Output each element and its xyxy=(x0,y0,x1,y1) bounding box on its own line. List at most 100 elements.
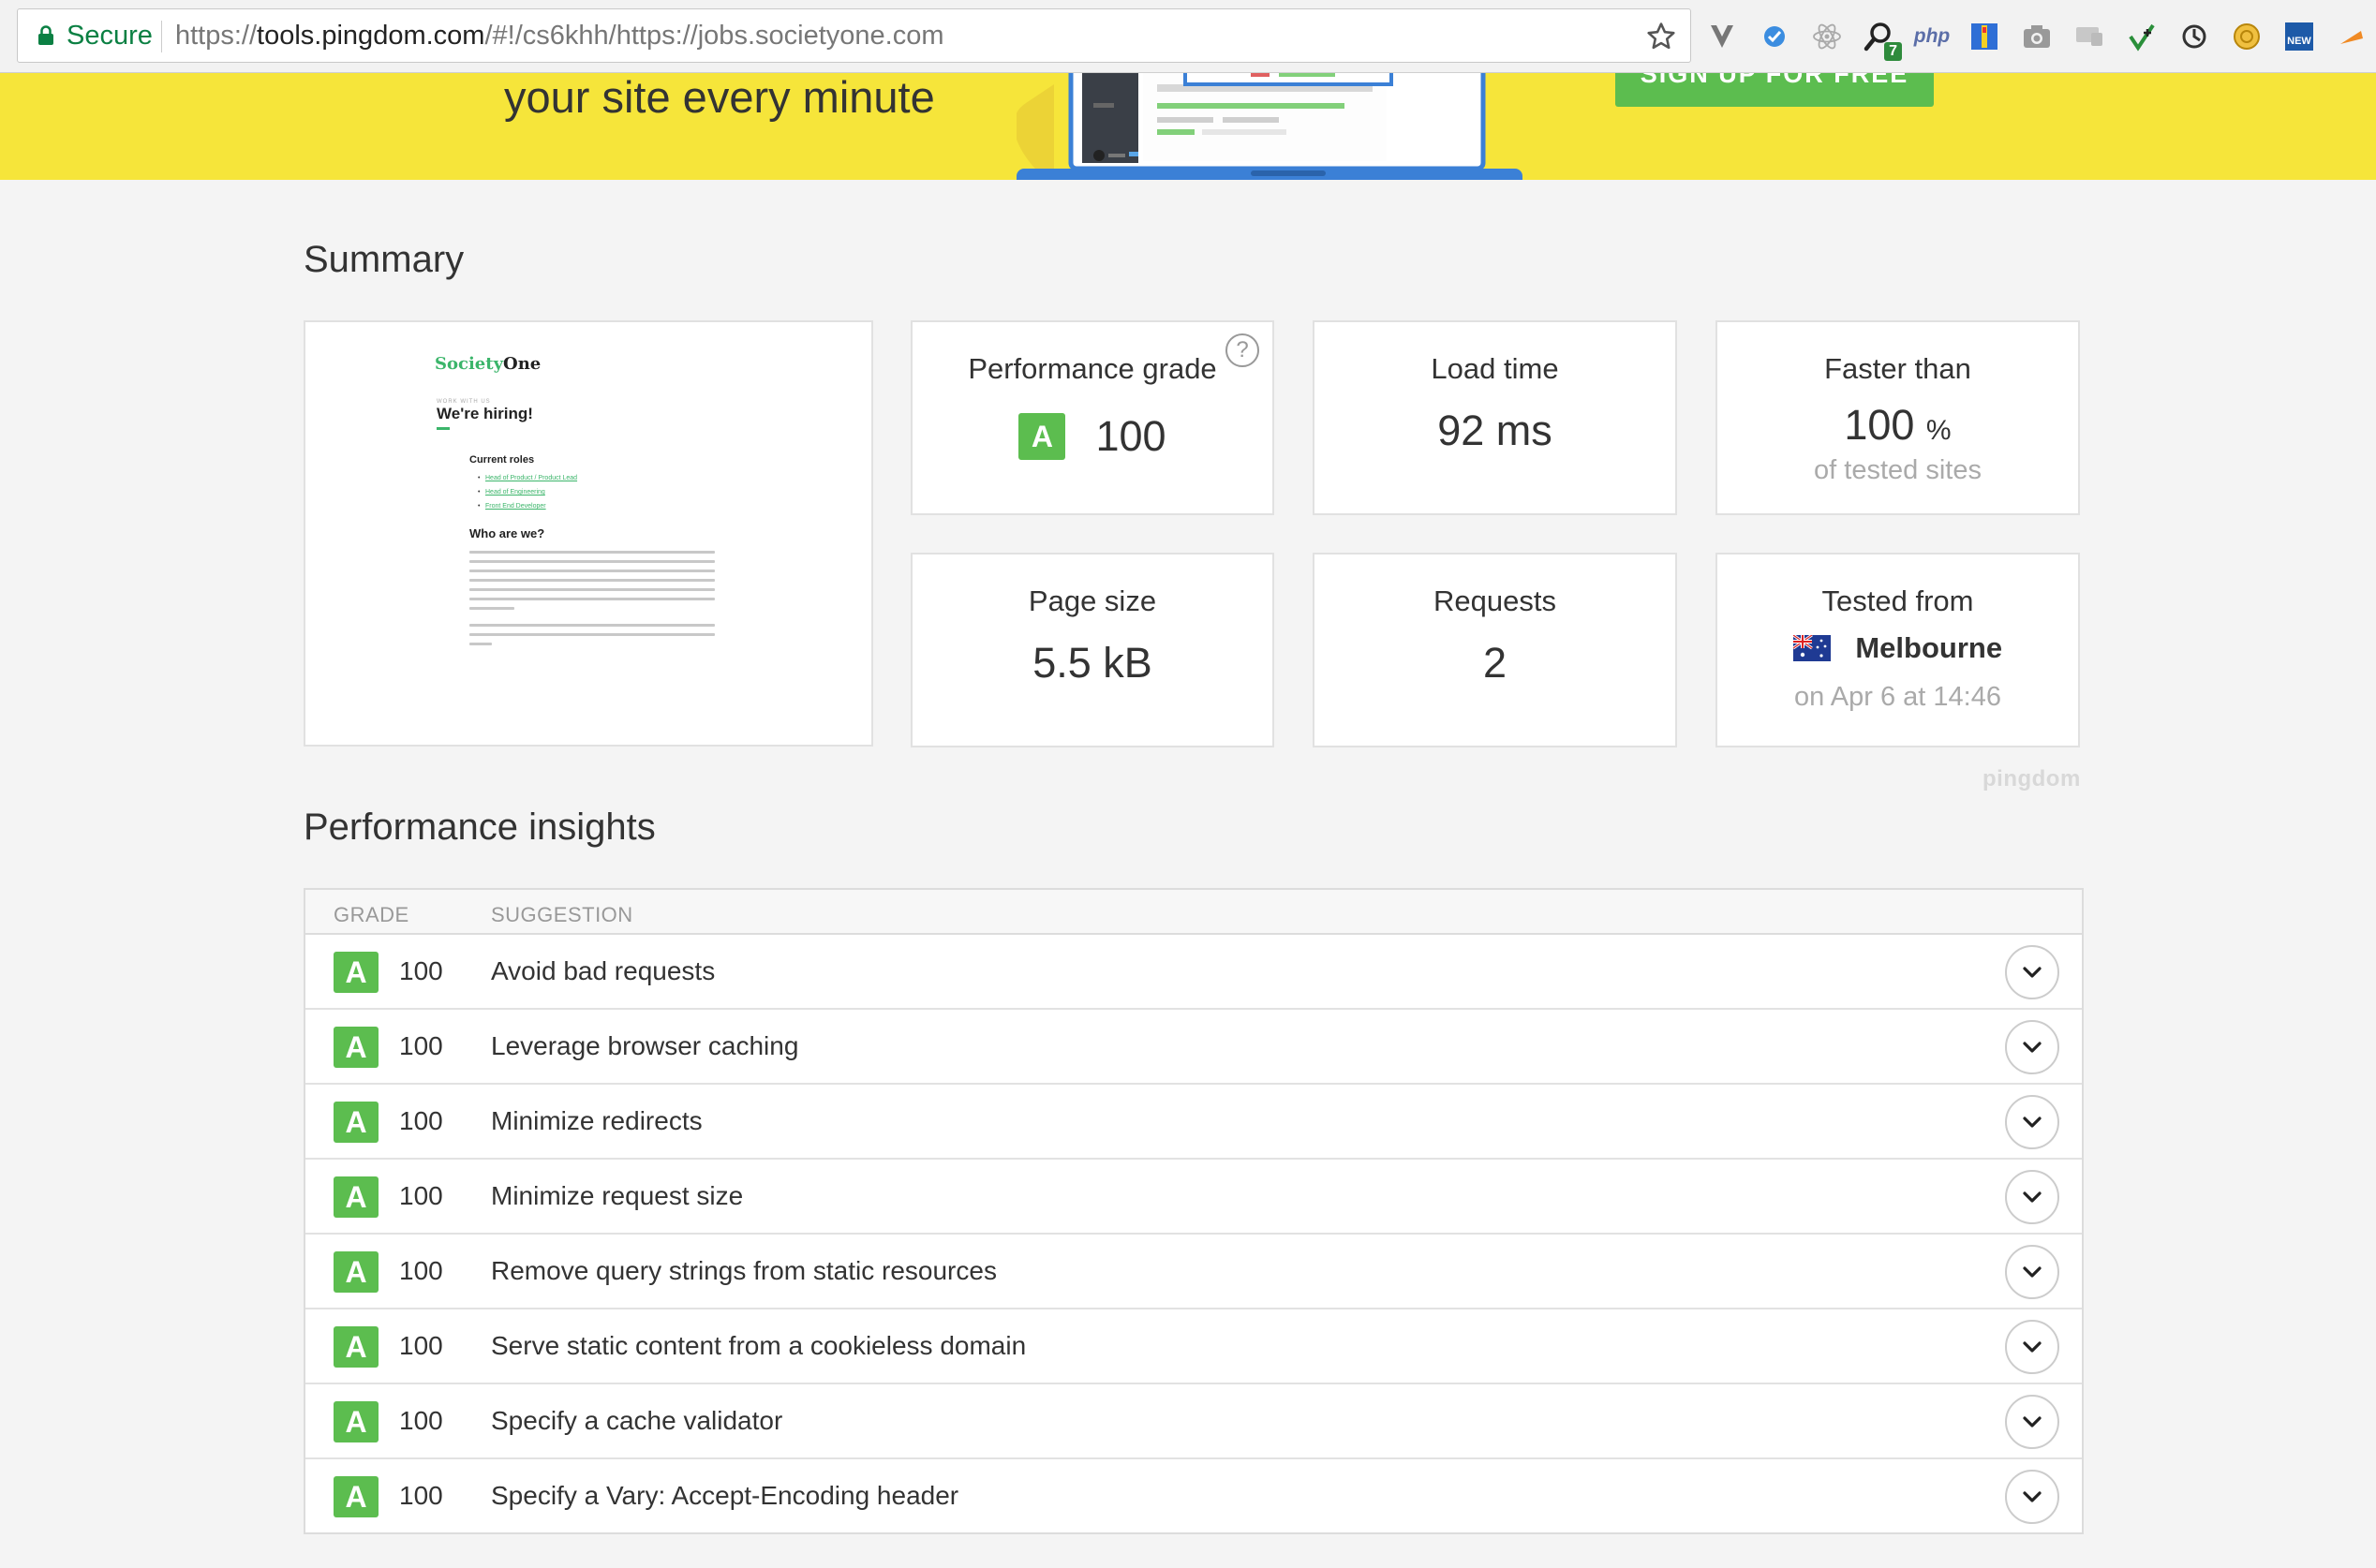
expand-toggle[interactable] xyxy=(2005,1395,2059,1449)
grade-score: 100 xyxy=(399,1481,443,1510)
check-icon[interactable] xyxy=(1756,18,1793,55)
suggestion-text: Remove query strings from static resourc… xyxy=(491,1256,997,1285)
grade-badge: A xyxy=(334,1326,379,1368)
table-row[interactable]: A 100 Minimize request size xyxy=(305,1160,2082,1235)
table-row[interactable]: A 100 Leverage browser caching xyxy=(305,1010,2082,1085)
preview-text-line xyxy=(469,551,715,554)
browser-toolbar: Secure https://tools.pingdom.com/#!/cs6k… xyxy=(0,0,2376,73)
preview-text-line xyxy=(469,624,715,627)
suggestion-text: Minimize request size xyxy=(491,1181,744,1210)
expand-toggle[interactable] xyxy=(2005,1020,2059,1074)
promo-banner: your site every minute SIGN UP FOR FREE xyxy=(0,73,2376,180)
url-host: tools.pingdom.com xyxy=(257,21,485,51)
preview-text-line xyxy=(469,579,715,582)
grade-score: 100 xyxy=(399,1031,443,1060)
secure-label: Secure xyxy=(67,21,153,51)
ruler-icon[interactable] xyxy=(1966,18,2003,55)
sign-up-button[interactable]: SIGN UP FOR FREE xyxy=(1615,73,1934,107)
requests-label: Requests xyxy=(1433,584,1556,617)
performance-grade-card: Performance grade ? A 100 xyxy=(911,320,1274,515)
arrows-icon[interactable] xyxy=(2123,18,2161,55)
chevron-down-icon xyxy=(2023,1341,2042,1353)
camera-icon[interactable] xyxy=(2018,18,2056,55)
cast-icon[interactable] xyxy=(2071,18,2108,55)
url-path: /#!/cs6khh/https://jobs.societyone.com xyxy=(484,21,944,51)
australia-flag-icon xyxy=(1792,635,1831,661)
grade-score: 100 xyxy=(399,1181,443,1210)
expand-toggle[interactable] xyxy=(2005,1245,2059,1299)
expand-toggle[interactable] xyxy=(2005,1470,2059,1524)
expand-toggle[interactable] xyxy=(2005,1170,2059,1224)
tested-from-location: Melbourne xyxy=(1855,631,2003,664)
grade-score: 100 xyxy=(399,1406,443,1435)
help-icon[interactable]: ? xyxy=(1225,333,1259,367)
page-size-value: 5.5 kB xyxy=(1032,639,1152,687)
requests-card: Requests 2 xyxy=(1313,553,1677,747)
expand-toggle[interactable] xyxy=(2005,1095,2059,1149)
load-time-value: 92 ms xyxy=(1437,407,1552,454)
preview-logo-society: Society xyxy=(435,354,504,374)
preview-text-line xyxy=(469,607,514,610)
grade-score: 100 xyxy=(399,1331,443,1360)
grade-badge: A xyxy=(334,1027,379,1068)
faster-than-unit: % xyxy=(1925,415,1952,446)
faster-than-value: 100 xyxy=(1844,401,1915,449)
faster-than-card: Faster than 100 % of tested sites xyxy=(1715,320,2080,515)
grade-badge: A xyxy=(1018,413,1066,460)
tested-from-label: Tested from xyxy=(1821,584,1974,617)
table-row[interactable]: A 100 Serve static content from a cookiele… xyxy=(305,1309,2082,1384)
preview-roles-title: Current roles xyxy=(469,454,535,466)
extension-badge-count: 7 xyxy=(1884,42,1902,61)
grade-score: 100 xyxy=(399,1256,443,1285)
table-row[interactable]: A 100 Specify a cache validator xyxy=(305,1384,2082,1459)
grade-badge: A xyxy=(334,1102,379,1143)
new-label: NEW xyxy=(2287,36,2311,47)
bookmark-star-icon[interactable] xyxy=(1645,21,1677,52)
refresh-icon[interactable] xyxy=(2176,18,2213,55)
table-row[interactable]: A 100 Specify a Vary: Accept-Encoding head… xyxy=(305,1459,2082,1534)
grade-badge: A xyxy=(334,1251,379,1293)
suggestion-text: Serve static content from a cookieless d… xyxy=(491,1331,1027,1360)
tested-from-date: on Apr 6 at 14:46 xyxy=(1794,682,2001,712)
load-time-card: Load time 92 ms xyxy=(1313,320,1677,515)
table-row[interactable]: A 100 Minimize redirects xyxy=(305,1085,2082,1160)
preview-logo: SocietyOne xyxy=(435,354,541,374)
lock-icon xyxy=(38,25,53,45)
preview-text-line xyxy=(469,588,715,591)
preview-about-title: Who are we? xyxy=(469,526,545,540)
expand-toggle[interactable] xyxy=(2005,1320,2059,1374)
table-row[interactable]: A 100 Remove query strings from static res… xyxy=(305,1235,2082,1309)
chevron-down-icon xyxy=(2023,1117,2042,1128)
page-size-label: Page size xyxy=(1028,584,1157,617)
coin-icon[interactable] xyxy=(2228,18,2265,55)
arrow-icon[interactable] xyxy=(2333,18,2370,55)
faster-than-label: Faster than xyxy=(1824,352,1971,385)
grade-badge: A xyxy=(334,1176,379,1218)
preview-text-line xyxy=(469,633,715,636)
expand-toggle[interactable] xyxy=(2005,945,2059,999)
preview-text-line xyxy=(469,643,492,645)
insights-title: Performance insights xyxy=(304,806,656,848)
pingdom-logo: pingdom xyxy=(1982,766,2081,791)
grade-score: 100 xyxy=(399,956,443,985)
table-row[interactable]: A 100 Avoid bad requests xyxy=(305,935,2082,1010)
faster-than-sub: of tested sites xyxy=(1814,455,1982,485)
php-icon[interactable]: php xyxy=(1913,18,1951,55)
load-time-label: Load time xyxy=(1431,352,1559,385)
tested-from-card: Tested from Melbourne on Apr 6 at 14:46 xyxy=(1715,553,2080,747)
chevron-down-icon xyxy=(2023,967,2042,978)
preview-heading-underline xyxy=(437,427,450,430)
preview-logo-one: One xyxy=(503,354,542,374)
column-header-grade: GRADE xyxy=(334,903,409,926)
vivaldi-icon[interactable] xyxy=(1703,18,1741,55)
chevron-down-icon xyxy=(2023,1042,2042,1053)
search-badge-icon[interactable]: 7 xyxy=(1861,18,1902,61)
url-text[interactable]: https://tools.pingdom.com/#!/cs6khh/http… xyxy=(175,22,943,50)
preview-text-line xyxy=(469,560,715,563)
faster-than-row: 100 % xyxy=(1717,401,2078,450)
address-divider xyxy=(161,21,162,52)
react-icon[interactable] xyxy=(1808,18,1846,55)
new-icon[interactable]: NEW xyxy=(2280,18,2318,55)
address-bar[interactable]: Secure https://tools.pingdom.com/#!/cs6k… xyxy=(17,8,1691,63)
grade-badge: A xyxy=(334,1476,379,1517)
